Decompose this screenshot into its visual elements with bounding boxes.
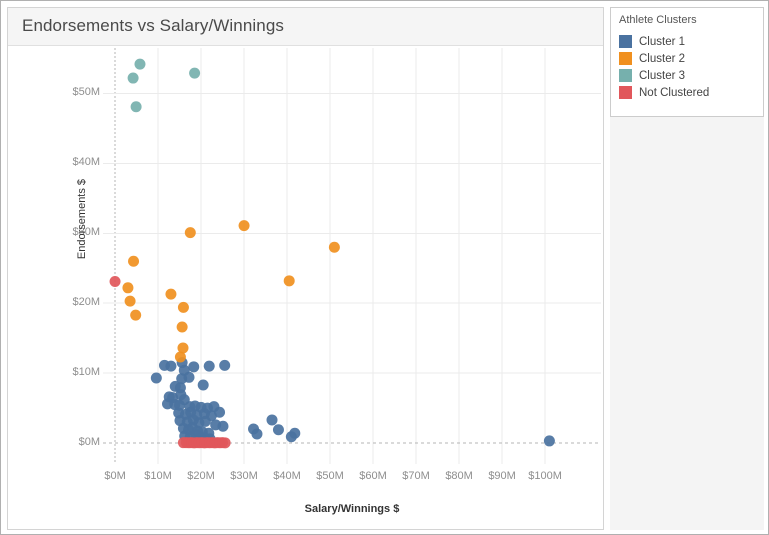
- x-tick-label: $100M: [528, 470, 562, 482]
- data-point[interactable]: [184, 227, 196, 239]
- series-cluster-1: [150, 357, 555, 447]
- series-cluster-3: [127, 58, 201, 113]
- y-tick-label: $30M: [72, 226, 100, 239]
- data-point[interactable]: [165, 288, 177, 300]
- data-point[interactable]: [150, 372, 162, 384]
- data-point[interactable]: [130, 309, 142, 321]
- data-point[interactable]: [177, 301, 189, 313]
- legend-item-label: Not Clustered: [639, 86, 710, 99]
- data-point[interactable]: [109, 276, 121, 288]
- data-point[interactable]: [217, 420, 229, 432]
- data-point[interactable]: [174, 351, 186, 363]
- data-point[interactable]: [197, 379, 209, 391]
- y-axis-title: Endorsements $: [76, 178, 88, 260]
- x-axis-tick-labels: $0M $10M $20M $30M $40M $50M $60M $70M $80M $90M $…: [8, 470, 605, 490]
- legend-item-1[interactable]: Cluster 1: [617, 33, 763, 50]
- data-point[interactable]: [289, 427, 301, 439]
- data-point[interactable]: [128, 255, 140, 267]
- data-point[interactable]: [199, 415, 211, 427]
- legend-title: Athlete Clusters: [619, 14, 697, 26]
- data-point[interactable]: [165, 360, 177, 372]
- y-tick-label: $50M: [72, 86, 100, 99]
- data-point[interactable]: [238, 220, 250, 232]
- data-point[interactable]: [203, 360, 215, 372]
- data-point[interactable]: [266, 414, 278, 426]
- x-axis-title: Salary/Winnings $: [304, 503, 400, 515]
- scatter-plot-svg: [103, 48, 601, 464]
- data-point[interactable]: [130, 101, 142, 113]
- legend-color-swatch: [619, 86, 632, 99]
- legend-color-swatch: [619, 69, 632, 82]
- visualization-pane: Endorsements vs Salary/Winnings $0M $10M $…: [7, 7, 604, 530]
- data-point[interactable]: [214, 406, 226, 418]
- data-point[interactable]: [188, 361, 200, 373]
- data-point[interactable]: [134, 58, 146, 70]
- data-point[interactable]: [328, 241, 340, 253]
- legend-item-label: Cluster 2: [639, 52, 686, 65]
- legend-panel: Athlete Clusters Cluster 1 Cluster 2 Clust…: [610, 7, 764, 117]
- data-point[interactable]: [219, 437, 231, 449]
- legend-item-label: Cluster 1: [639, 35, 686, 48]
- y-tick-label: $10M: [72, 366, 100, 379]
- chart-window: Endorsements vs Salary/Winnings $0M $10M $…: [0, 0, 769, 535]
- legend-background-filler: [610, 117, 764, 530]
- data-point[interactable]: [283, 275, 295, 287]
- legend-item-2[interactable]: Cluster 2: [617, 50, 763, 67]
- data-point[interactable]: [122, 282, 134, 294]
- legend-item-3[interactable]: Cluster 3: [617, 67, 763, 84]
- legend-color-swatch: [619, 52, 632, 65]
- data-point[interactable]: [219, 359, 231, 371]
- data-point[interactable]: [183, 371, 195, 383]
- y-tick-label: $40M: [72, 156, 100, 169]
- data-point[interactable]: [189, 67, 201, 79]
- data-point[interactable]: [251, 428, 263, 440]
- data-point[interactable]: [176, 321, 188, 333]
- data-point[interactable]: [127, 72, 139, 84]
- data-point[interactable]: [124, 295, 136, 307]
- plot-area: [103, 48, 601, 464]
- y-tick-label: $20M: [72, 296, 100, 309]
- data-point[interactable]: [543, 435, 555, 447]
- legend-items: Cluster 1 Cluster 2 Cluster 3 Not Clustered: [617, 33, 763, 101]
- legend-item-4[interactable]: Not Clustered: [617, 84, 763, 101]
- legend-item-label: Cluster 3: [639, 69, 686, 82]
- y-tick-label: $0M: [78, 436, 100, 449]
- series-cluster-2: [122, 220, 340, 363]
- data-points-layer: [109, 58, 555, 449]
- legend-color-swatch: [619, 35, 632, 48]
- data-point[interactable]: [272, 424, 284, 436]
